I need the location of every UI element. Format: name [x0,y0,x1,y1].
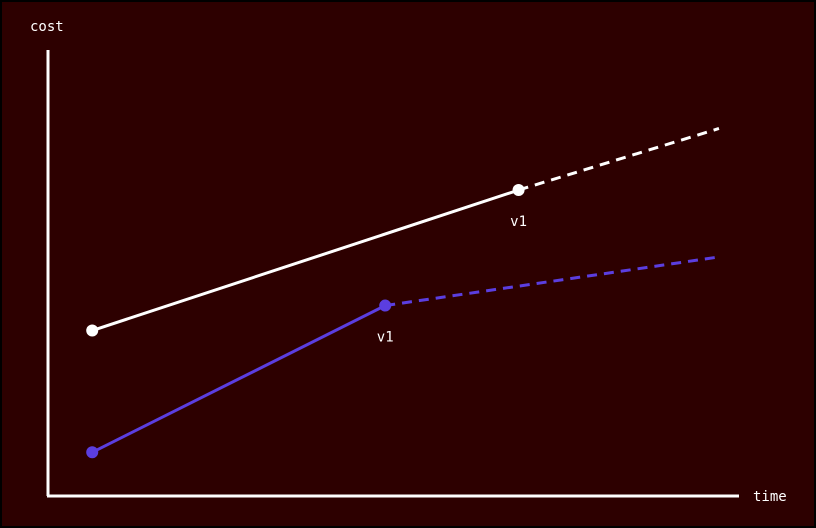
series-1-point-0 [86,446,99,459]
chart-frame: cost time v1 v1 [0,0,816,528]
series-0-point-1 [512,184,525,197]
x-axis-label: time [753,489,787,505]
chart-svg: cost time v1 v1 [2,2,814,526]
y-axis-label: cost [30,19,64,35]
series-1-point-1 [379,299,392,312]
series-0-point-1-label: v1 [510,214,527,230]
series-0-point-0 [86,324,99,337]
chart-background [2,2,814,526]
series-1-point-1-label: v1 [377,330,394,346]
